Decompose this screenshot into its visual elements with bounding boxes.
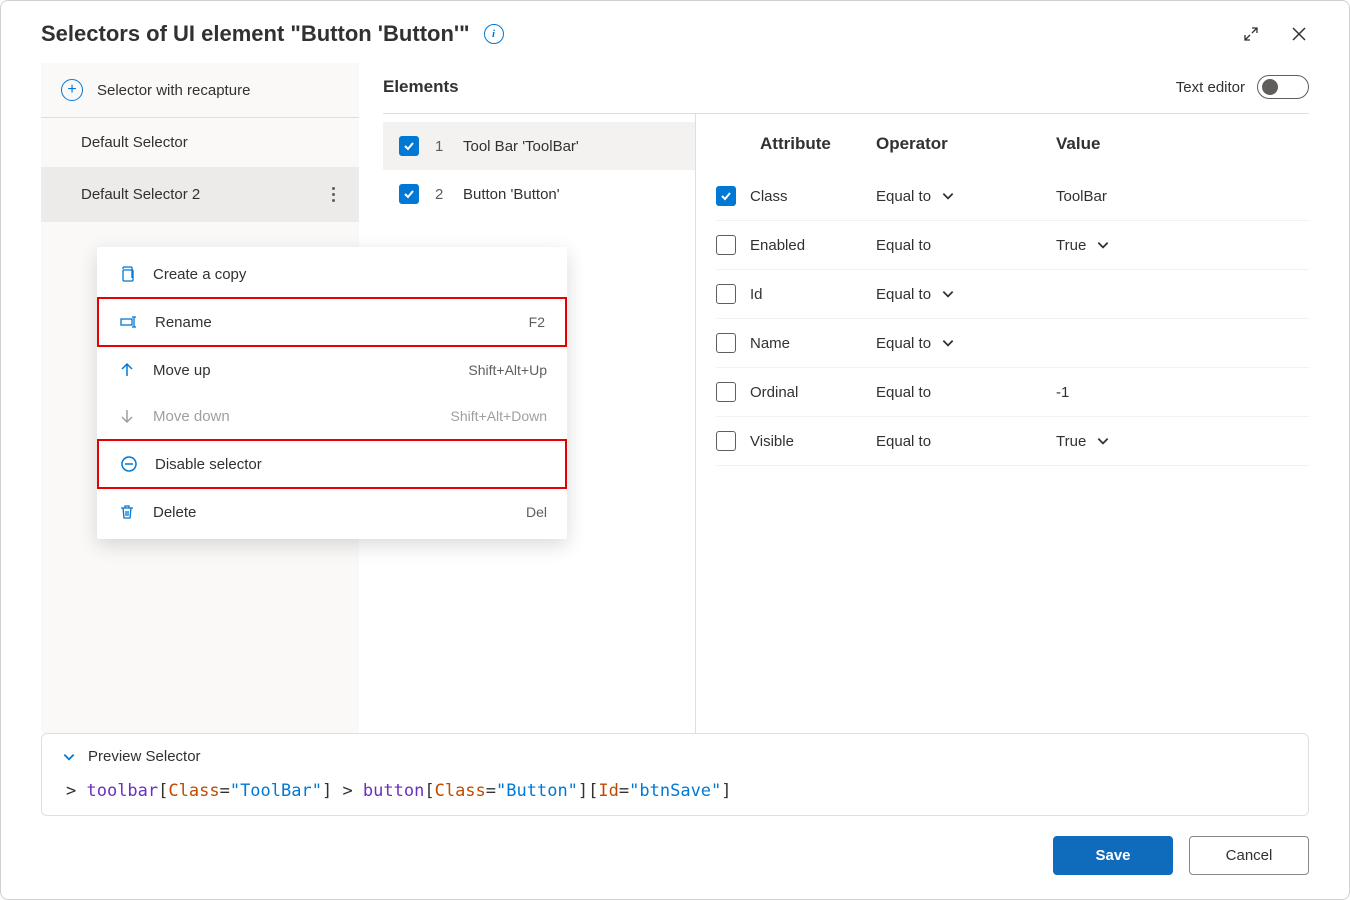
attr-operator[interactable]: Equal to [876,335,1056,352]
element-label: Button 'Button' [463,186,560,203]
plus-icon: + [61,79,83,101]
menu-label: Move down [153,408,230,425]
attr-value[interactable]: True [1056,433,1309,450]
rename-icon [119,313,139,331]
preview-label: Preview Selector [88,748,201,765]
col-header-attribute: Attribute [716,134,876,154]
attr-value[interactable]: -1 [1056,384,1309,401]
attr-checkbox[interactable] [716,186,736,206]
menu-delete[interactable]: Delete Del [97,489,567,535]
attr-name: Id [750,286,763,303]
menu-shortcut: F2 [529,314,545,330]
arrow-down-icon [117,407,137,425]
selector-item-label: Default Selector [81,134,188,151]
add-selector-label: Selector with recapture [97,82,250,99]
disable-icon [119,455,139,473]
element-index: 1 [435,138,447,155]
add-selector-button[interactable]: + Selector with recapture [41,63,359,118]
dialog-title: Selectors of UI element "Button 'Button'… [41,21,470,47]
chevron-down-icon [62,750,76,764]
selector-item[interactable]: Default Selector [41,118,359,167]
attr-name: Class [750,188,788,205]
attribute-row: Enabled Equal toTrue [716,221,1309,270]
attribute-row: Class Equal toToolBar [716,172,1309,221]
menu-shortcut: Shift+Alt+Down [451,408,548,424]
attr-checkbox[interactable] [716,333,736,353]
element-label: Tool Bar 'ToolBar' [463,138,579,155]
attribute-row: Name Equal to [716,319,1309,368]
menu-create-copy[interactable]: Create a copy [97,251,567,297]
col-header-value: Value [1056,134,1309,154]
attribute-row: Visible Equal toTrue [716,417,1309,466]
attribute-panel: Attribute Operator Value ClassEqual toTo… [695,114,1309,733]
attr-operator[interactable]: Equal to [876,188,1056,205]
trash-icon [117,503,137,521]
menu-rename[interactable]: Rename F2 [97,297,567,347]
attr-value[interactable]: True [1056,237,1309,254]
attr-checkbox[interactable] [716,382,736,402]
selector-item[interactable]: Default Selector 2 [41,167,359,222]
kebab-icon[interactable] [328,183,339,206]
attr-checkbox[interactable] [716,431,736,451]
selector-dialog: Selectors of UI element "Button 'Button'… [0,0,1350,900]
attr-name: Ordinal [750,384,798,401]
menu-label: Disable selector [155,456,262,473]
menu-move-down: Move down Shift+Alt+Down [97,393,567,439]
info-icon[interactable]: i [484,24,504,44]
menu-shortcut: Del [526,504,547,520]
element-checkbox[interactable] [399,136,419,156]
col-header-operator: Operator [876,134,1056,154]
cancel-button[interactable]: Cancel [1189,836,1309,875]
attr-checkbox[interactable] [716,284,736,304]
attr-name: Name [750,335,790,352]
selector-context-menu: Create a copy Rename F2 Move up Shift+Al… [97,247,567,539]
close-icon[interactable] [1289,24,1309,44]
selector-item-label: Default Selector 2 [81,186,200,203]
attr-operator[interactable]: Equal to [876,433,1056,450]
dialog-header: Selectors of UI element "Button 'Button'… [1,1,1349,63]
preview-text: > toolbar[Class="ToolBar"] > button[Clas… [62,781,1288,801]
attribute-row: Ordinal Equal to-1 [716,368,1309,417]
arrow-up-icon [117,361,137,379]
menu-move-up[interactable]: Move up Shift+Alt+Up [97,347,567,393]
attribute-row: Id Equal to [716,270,1309,319]
attr-operator[interactable]: Equal to [876,384,1056,401]
attr-value[interactable]: ToolBar [1056,188,1309,205]
attr-operator[interactable]: Equal to [876,237,1056,254]
copy-icon [117,265,137,283]
preview-selector-panel: Preview Selector > toolbar[Class="ToolBa… [41,733,1309,816]
menu-shortcut: Shift+Alt+Up [468,362,547,378]
menu-label: Delete [153,504,196,521]
menu-disable-selector[interactable]: Disable selector [97,439,567,489]
preview-toggle[interactable]: Preview Selector [62,748,1288,765]
element-checkbox[interactable] [399,184,419,204]
menu-label: Move up [153,362,211,379]
attr-checkbox[interactable] [716,235,736,255]
element-row[interactable]: 2 Button 'Button' [383,170,695,218]
element-index: 2 [435,186,447,203]
attr-name: Visible [750,433,794,450]
expand-icon[interactable] [1241,24,1261,44]
save-button[interactable]: Save [1053,836,1173,875]
attr-name: Enabled [750,237,805,254]
menu-label: Create a copy [153,266,246,283]
element-row[interactable]: 1 Tool Bar 'ToolBar' [383,122,695,170]
elements-heading: Elements [383,77,459,97]
text-editor-toggle[interactable] [1257,75,1309,99]
text-editor-label: Text editor [1176,79,1245,96]
attr-operator[interactable]: Equal to [876,286,1056,303]
menu-label: Rename [155,314,212,331]
